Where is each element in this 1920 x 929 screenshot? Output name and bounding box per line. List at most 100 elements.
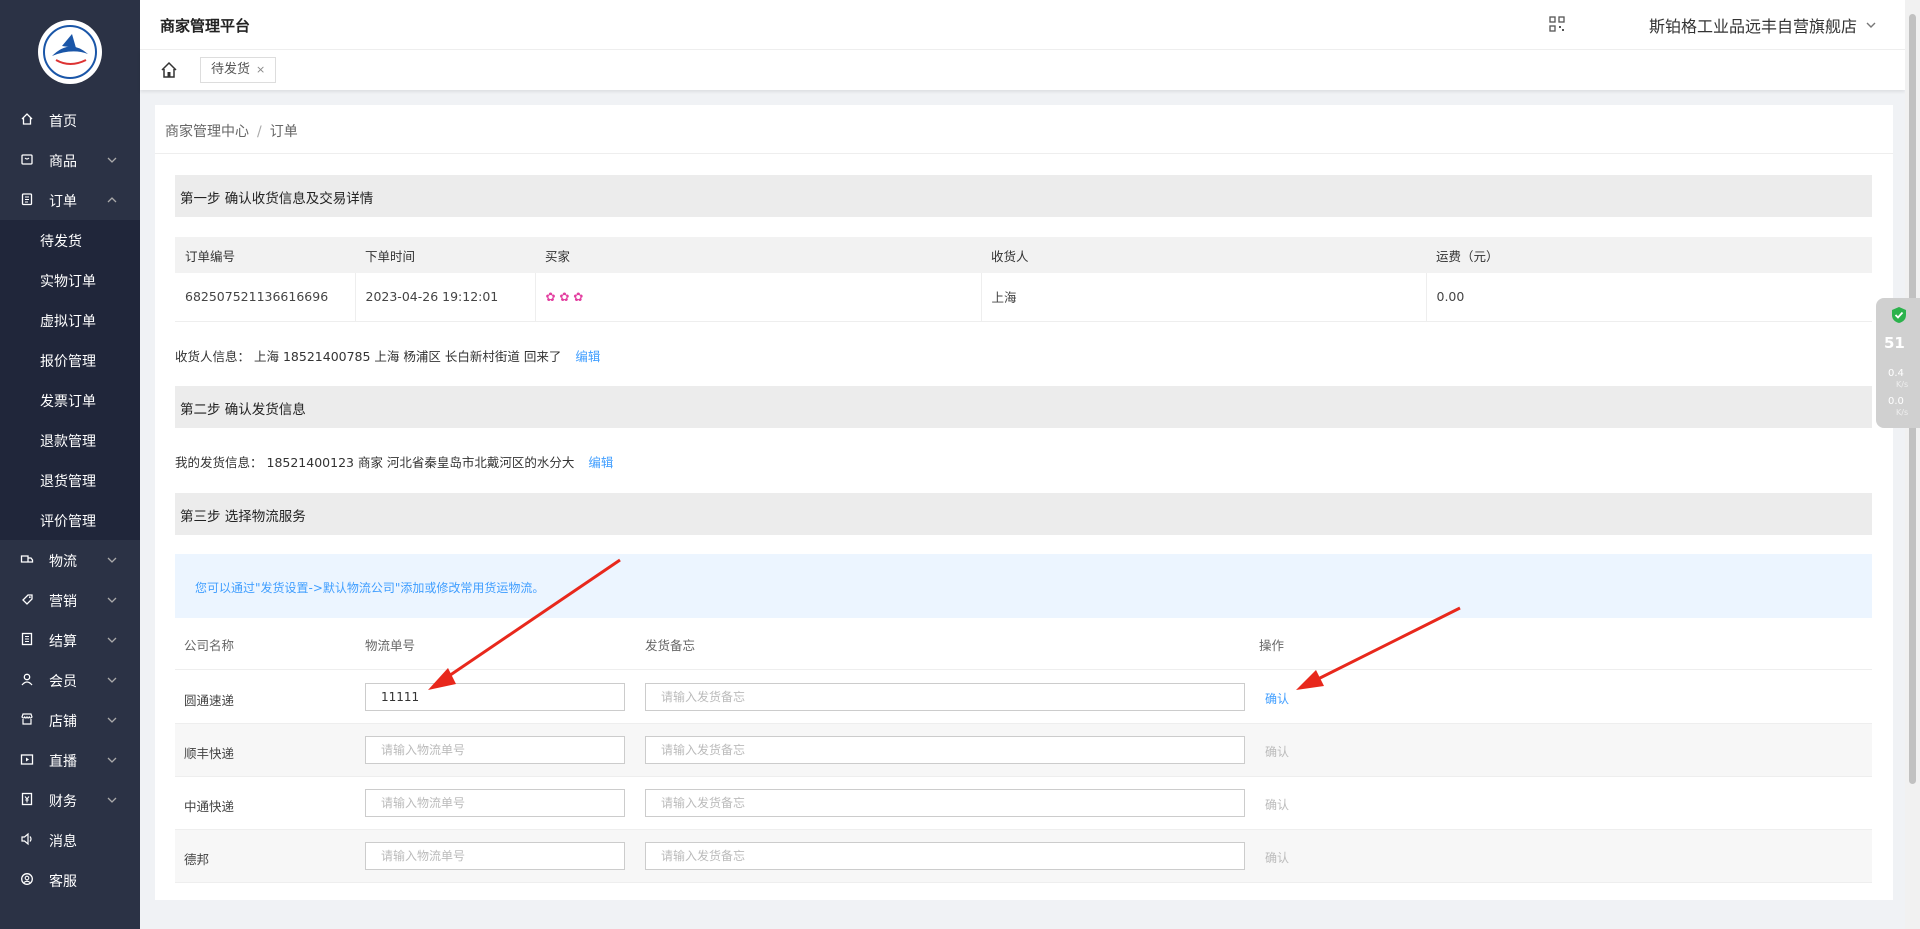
submenu-item-label: 虚拟订单 bbox=[40, 314, 96, 330]
sidebar-item-label: 直播 bbox=[49, 754, 77, 770]
company-name: 中通快递 bbox=[184, 799, 235, 814]
sender-info-text: 18521400123 商家 河北省秦皇岛市北戴河区的水分大 bbox=[266, 455, 575, 470]
edit-receiver-link[interactable]: 编辑 bbox=[575, 349, 600, 364]
qrcode-icon[interactable] bbox=[1549, 16, 1565, 32]
step1-title: 第一步 确认收货信息及交易详情 bbox=[180, 191, 374, 207]
shipping-memo-input[interactable] bbox=[645, 789, 1245, 817]
service-icon bbox=[21, 873, 33, 885]
sidebar-item-label: 首页 bbox=[49, 114, 77, 130]
col-header: 操作 bbox=[1259, 638, 1285, 653]
sidebar-item[interactable]: 店铺 bbox=[0, 700, 140, 740]
store-name[interactable]: 斯铂格工业品远丰自营旗舰店 bbox=[1649, 13, 1857, 37]
sidebar-item[interactable]: 首页 bbox=[0, 100, 140, 140]
col-header: 收货人 bbox=[981, 237, 1426, 273]
confirm-button[interactable]: 确认 bbox=[1265, 849, 1289, 866]
submenu-item[interactable]: 发票订单 bbox=[0, 380, 140, 420]
user-icon bbox=[21, 673, 33, 686]
logistics-tip: 您可以通过"发货设置->默认物流公司"添加或修改常用货运物流。 bbox=[175, 554, 1872, 618]
order-table: 订单编号 下单时间 买家 收货人 运费（元） 68250752113661669… bbox=[175, 237, 1872, 322]
chevron-down-icon bbox=[107, 757, 117, 763]
sidebar-item[interactable]: 订单 bbox=[0, 180, 140, 220]
sidebar-item[interactable]: 客服 bbox=[0, 860, 140, 900]
tip-text: 您可以通过"发货设置->默认物流公司"添加或修改常用货运物流。 bbox=[195, 581, 545, 595]
submenu-item-label: 实物订单 bbox=[40, 274, 96, 290]
submenu-item[interactable]: 实物订单 bbox=[0, 260, 140, 300]
company-name: 圆通速递 bbox=[184, 693, 235, 708]
home-icon[interactable] bbox=[160, 61, 178, 79]
sidebar-item[interactable]: 营销 bbox=[0, 580, 140, 620]
sidebar-item[interactable]: 财务 bbox=[0, 780, 140, 820]
shipping-memo-input[interactable] bbox=[645, 736, 1245, 764]
submenu-item[interactable]: 待发货 bbox=[0, 220, 140, 260]
tracking-number-input[interactable] bbox=[365, 789, 625, 817]
tab-close-icon[interactable]: × bbox=[256, 63, 265, 76]
shipping-memo-input[interactable] bbox=[645, 842, 1245, 870]
sidebar-item[interactable]: 商品 bbox=[0, 140, 140, 180]
order-time: 2023-04-26 19:12:01 bbox=[355, 273, 536, 322]
chevron-down-icon[interactable] bbox=[1865, 19, 1877, 31]
shipping-memo-input[interactable] bbox=[645, 683, 1245, 711]
sidebar-item[interactable]: 消息 bbox=[0, 820, 140, 860]
col-header: 公司名称 bbox=[184, 638, 235, 653]
sidebar-item-label: 财务 bbox=[49, 794, 77, 810]
sidebar-item-label: 营销 bbox=[49, 594, 77, 610]
submenu-item[interactable]: 评价管理 bbox=[0, 500, 140, 540]
submenu-item-label: 评价管理 bbox=[40, 514, 96, 530]
top-bar: 商家管理平台 斯铂格工业品远丰自营旗舰店 bbox=[140, 0, 1905, 50]
sidebar-item[interactable]: 直播 bbox=[0, 740, 140, 780]
submenu-item-label: 退款管理 bbox=[40, 434, 96, 450]
step2-header: 第二步 确认发货信息 bbox=[175, 386, 1872, 428]
col-header: 物流单号 bbox=[365, 638, 416, 653]
tracking-number-input[interactable] bbox=[365, 842, 625, 870]
submenu-item[interactable]: 退货管理 bbox=[0, 460, 140, 500]
logistics-row: 圆通速递 确认 bbox=[175, 671, 1872, 724]
receiver-info: 收货人信息： 上海 18521400785 上海 杨浦区 长白新村街道 回来了 … bbox=[175, 346, 600, 365]
col-header: 买家 bbox=[535, 237, 981, 273]
chevron-down-icon bbox=[107, 797, 117, 803]
breadcrumb-item[interactable]: 商家管理中心 bbox=[165, 124, 249, 140]
chevron-up-icon bbox=[107, 197, 117, 203]
submenu-item[interactable]: 退款管理 bbox=[0, 420, 140, 460]
goods-icon bbox=[21, 154, 33, 165]
receiver-name: 上海 bbox=[981, 273, 1427, 322]
submenu-item[interactable]: 虚拟订单 bbox=[0, 300, 140, 340]
confirm-button[interactable]: 确认 bbox=[1265, 743, 1289, 760]
confirm-button[interactable]: 确认 bbox=[1265, 796, 1289, 813]
order-number: 682507521136616696 bbox=[175, 273, 356, 322]
main-card: 商家管理中心 / 订单 第一步 确认收货信息及交易详情 订单编号 下单时间 买家 收… bbox=[155, 105, 1893, 900]
company-name: 顺丰快递 bbox=[184, 746, 235, 761]
sender-info: 我的发货信息： 18521400123 商家 河北省秦皇岛市北戴河区的水分大 编… bbox=[175, 452, 613, 471]
chevron-down-icon bbox=[107, 637, 117, 643]
download-speed: 0.0 bbox=[1888, 396, 1904, 407]
sidebar-item[interactable]: 会员 bbox=[0, 660, 140, 700]
network-speed-widget[interactable]: 51 0.4 0.0 K/s K/s bbox=[1876, 298, 1920, 428]
submenu-item[interactable]: 报价管理 bbox=[0, 340, 140, 380]
tracking-number-input[interactable] bbox=[365, 683, 625, 711]
edit-sender-link[interactable]: 编辑 bbox=[588, 455, 613, 470]
sidebar-item-label: 客服 bbox=[49, 874, 77, 890]
sidebar-item[interactable]: 结算 bbox=[0, 620, 140, 660]
sidebar-item[interactable]: 物流 bbox=[0, 540, 140, 580]
tab-pending-shipment[interactable]: 待发货 × bbox=[200, 57, 277, 83]
live-icon bbox=[20, 754, 34, 765]
logo bbox=[38, 20, 102, 84]
col-header: 下单时间 bbox=[355, 237, 535, 273]
receiver-info-text: 上海 18521400785 上海 杨浦区 长白新村街道 回来了 bbox=[254, 349, 562, 364]
receiver-info-label: 收货人信息： bbox=[175, 349, 251, 364]
tab-label: 待发货 bbox=[211, 62, 251, 77]
sidebar-item-label: 店铺 bbox=[49, 714, 77, 730]
cpu-percent: 51 bbox=[1884, 334, 1905, 352]
tracking-number-input[interactable] bbox=[365, 736, 625, 764]
sidebar-item-label: 商品 bbox=[49, 154, 77, 170]
submenu-item-label: 退货管理 bbox=[40, 474, 96, 490]
sidebar-item-label: 物流 bbox=[49, 554, 77, 570]
scrollbar[interactable] bbox=[1905, 0, 1920, 929]
logo-emblem-icon bbox=[43, 25, 97, 79]
chevron-down-icon bbox=[107, 597, 117, 603]
logistics-row: 顺丰快递 确认 bbox=[175, 724, 1872, 777]
submenu-item-label: 发票订单 bbox=[40, 394, 96, 410]
chevron-down-icon bbox=[107, 557, 117, 563]
finance-icon bbox=[21, 792, 33, 806]
sidebar-item-label: 会员 bbox=[49, 674, 77, 690]
confirm-button[interactable]: 确认 bbox=[1265, 690, 1289, 707]
